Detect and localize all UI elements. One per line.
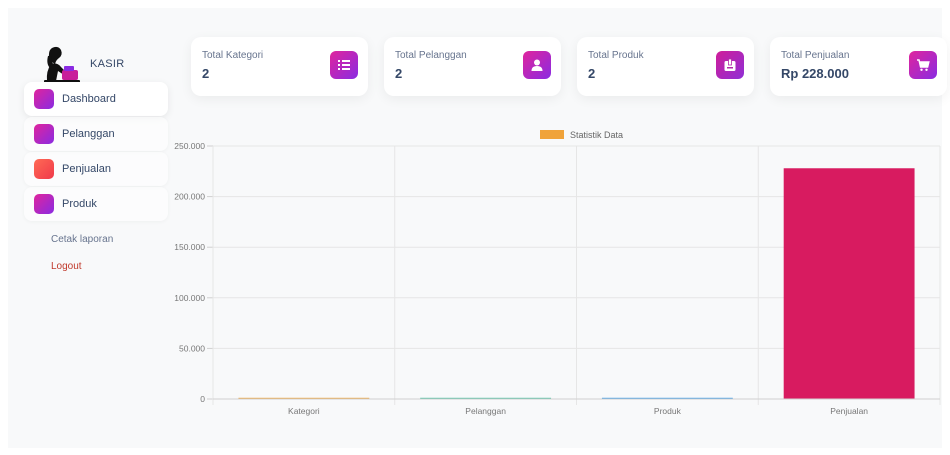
legend-swatch — [540, 130, 564, 139]
cashier-logo-icon — [44, 46, 80, 83]
card-title: Total Penjualan — [781, 50, 850, 61]
y-tick-label: 200.000 — [174, 192, 205, 202]
user-icon — [523, 51, 551, 79]
customers-icon — [34, 124, 54, 144]
sidebar-item-produk[interactable]: Produk — [24, 187, 168, 221]
sidebar-item-label: Penjualan — [62, 163, 111, 175]
print-report-link[interactable]: Cetak laporan — [51, 234, 113, 245]
sidebar-item-pelanggan[interactable]: Pelanggan — [24, 117, 168, 151]
card-value: 2 — [202, 66, 210, 81]
box-icon — [716, 51, 744, 79]
card-value: 2 — [395, 66, 403, 81]
card-title: Total Pelanggan — [395, 50, 467, 61]
card-value: 2 — [588, 66, 596, 81]
products-icon — [34, 194, 54, 214]
sidebar-item-dashboard[interactable]: Dashboard — [24, 82, 168, 116]
sidebar-item-label: Dashboard — [62, 93, 116, 105]
cart-icon — [909, 51, 937, 79]
sales-icon — [34, 159, 54, 179]
dashboard-icon — [34, 89, 54, 109]
x-tick-label: Pelanggan — [465, 406, 506, 416]
card-value: Rp 228.000 — [781, 66, 849, 81]
y-tick-label: 150.000 — [174, 242, 205, 252]
sidebar-nav: Dashboard Pelanggan Penjualan Produk — [24, 82, 168, 222]
stat-card-kategori: Total Kategori 2 — [191, 37, 368, 96]
sidebar-item-penjualan[interactable]: Penjualan — [24, 152, 168, 186]
y-tick-label: 250.000 — [174, 141, 205, 151]
sidebar-item-label: Produk — [62, 198, 97, 210]
app-frame: KASIR Dashboard Pelanggan Penjualan Prod… — [8, 8, 947, 448]
x-tick-label: Produk — [654, 406, 682, 416]
brand: KASIR — [38, 44, 125, 84]
stat-card-penjualan: Total Penjualan Rp 228.000 — [770, 37, 947, 96]
y-tick-label: 50.000 — [179, 343, 205, 353]
card-title: Total Produk — [588, 50, 644, 61]
brand-name: KASIR — [90, 58, 125, 70]
card-title: Total Kategori — [202, 50, 264, 61]
list-icon — [330, 51, 358, 79]
stat-card-pelanggan: Total Pelanggan 2 — [384, 37, 561, 96]
sidebar: KASIR Dashboard Pelanggan Penjualan Prod… — [8, 8, 168, 448]
stat-card-produk: Total Produk 2 — [577, 37, 754, 96]
y-tick-label: 100.000 — [174, 293, 205, 303]
legend-label: Statistik Data — [570, 130, 623, 140]
statistics-bar-chart: Statistik Data 0 50.000 100.000 150.000 200.0… — [174, 130, 941, 416]
bar-penjualan — [783, 168, 915, 399]
x-tick-label: Kategori — [288, 406, 320, 416]
x-tick-label: Penjualan — [830, 406, 868, 416]
sidebar-item-label: Pelanggan — [62, 128, 115, 140]
logout-link[interactable]: Logout — [51, 261, 82, 272]
y-tick-label: 0 — [200, 394, 205, 404]
